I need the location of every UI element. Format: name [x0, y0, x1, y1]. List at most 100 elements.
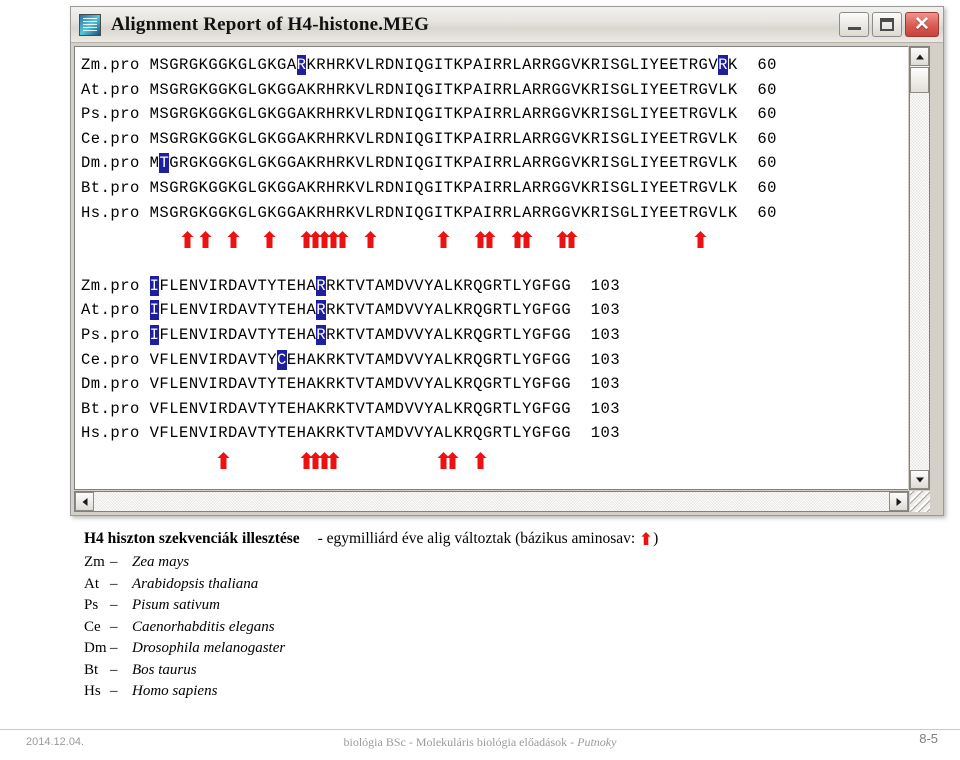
footer-page-number: 8-5 [919, 731, 938, 746]
alignment-row: At.pro IFLENVIRDAVTYTEHARRKTVTAMDVVYALKR… [81, 298, 908, 323]
alignment-row: Dm.pro MTGRGKGGKGLGKGGAKRHRKVLRDNIQGITKP… [81, 151, 908, 176]
species-dash: – [110, 640, 118, 656]
close-button[interactable]: ✕ [905, 12, 939, 37]
alignment-row: Bt.pro VFLENVIRDAVTYTEHAKRKTVTAMDVVYALKR… [81, 397, 908, 422]
species-legend-item: Zm – Zea mays [84, 552, 944, 574]
alignment-app-icon [79, 13, 101, 36]
alignment-row: Hs.pro VFLENVIRDAVTYTEHAKRKTVTAMDVVYALKR… [81, 421, 908, 446]
sequence-label: Hs.pro [81, 203, 140, 222]
sequence-residues: IFLENVIRDAVTYTEHARRKTVTAMDVVYALKRQGRTLYG… [149, 301, 572, 320]
sequence-label: Ps.pro [81, 325, 140, 344]
scroll-right-button[interactable] [889, 492, 908, 511]
scroll-left-button[interactable] [75, 492, 94, 511]
slide-caption: H4 hiszton szekvenciák illesztése - egym… [84, 528, 944, 703]
basic-residue-marker-icon [437, 231, 450, 249]
residue-count: 60 [737, 129, 777, 148]
chevron-right-icon [896, 497, 901, 506]
species-legend-item: Hs – Homo sapiens [84, 681, 944, 703]
sequence-residues: VFLENVIRDAVTYTEHAKRKTVTAMDVVYALKRQGRTLYG… [149, 424, 572, 443]
footer-course-text: biológia BSc - Molekuláris biológia előa… [343, 735, 578, 749]
caption-title: H4 hiszton szekvenciák illesztése [84, 530, 300, 547]
alignment-row: At.pro MSGRGKGGKGLGKGGAKRHRKVLRDNIQGITKP… [81, 78, 908, 103]
sequence-label: Ps.pro [81, 105, 140, 124]
species-dash: – [110, 618, 118, 635]
species-name: Homo sapiens [132, 683, 218, 699]
close-icon: ✕ [914, 14, 930, 35]
minimize-icon [848, 27, 861, 30]
vertical-scrollbar[interactable] [909, 46, 930, 490]
maximize-icon [880, 18, 894, 31]
alignment-report-window: Alignment Report of H4-histone.MEG ✕ Zm.… [70, 6, 944, 516]
basic-residue-marker-icon [263, 231, 276, 249]
species-code: Hs [84, 683, 101, 699]
scroll-up-button[interactable] [910, 47, 929, 66]
highlighted-residue: R [316, 301, 327, 320]
vertical-scrollbar-thumb[interactable] [910, 67, 929, 93]
basic-residue-marker-icon [199, 231, 212, 249]
vertical-scrollbar-track[interactable] [910, 94, 929, 469]
basic-residue-marker-icon [336, 231, 349, 249]
alignment-text-pane[interactable]: Zm.pro MSGRGKGGKGLGKGARKRHRKVLRDNIQGITKP… [74, 46, 908, 490]
highlighted-residue: R [718, 56, 728, 74]
horizontal-scrollbar-track[interactable] [95, 492, 888, 511]
sequence-label: Zm.pro [81, 276, 140, 295]
sequence-label: At.pro [81, 301, 140, 320]
residue-count: 103 [571, 399, 621, 418]
residue-count: 60 [737, 178, 777, 197]
sequence-label: Hs.pro [81, 424, 140, 443]
residue-count: 103 [571, 325, 621, 344]
sequence-residues: VFLENVIRDAVTYCEHAKRKTVTAMDVVYALKRQGRTLYG… [149, 350, 572, 369]
sequence-label: Ce.pro [81, 129, 140, 148]
chevron-down-icon [915, 477, 924, 482]
alignment-row: Hs.pro MSGRGKGGKGLGKGGAKRHRKVLRDNIQGITKP… [81, 201, 908, 226]
highlighted-residue: I [149, 325, 160, 344]
highlighted-residue: C [277, 350, 287, 369]
basic-residue-marker-icon [474, 451, 487, 469]
basic-residue-marker-icon [217, 451, 230, 469]
highlighted-residue: R [296, 56, 307, 74]
slide-canvas: Alignment Report of H4-histone.MEG ✕ Zm.… [0, 0, 960, 760]
residue-count: 103 [571, 301, 621, 320]
species-code: Zm [84, 554, 105, 570]
species-name: Caenorhabditis elegans [132, 618, 275, 635]
species-legend-item: Bt – Bos taurus [84, 660, 944, 682]
sequence-residues: IFLENVIRDAVTYTEHARRKTVTAMDVVYALKRQGRTLYG… [149, 325, 572, 344]
alignment-row: Dm.pro VFLENVIRDAVTYTEHAKRKTVTAMDVVYALKR… [81, 372, 908, 397]
sequence-label: Bt.pro [81, 399, 140, 418]
window-titlebar[interactable]: Alignment Report of H4-histone.MEG ✕ [71, 7, 943, 43]
basic-residue-marker-icon [565, 231, 578, 249]
basic-residue-marker-icon [483, 231, 496, 249]
species-code: Dm [84, 640, 107, 656]
minimize-button[interactable] [839, 12, 869, 37]
maximize-button[interactable] [872, 12, 902, 37]
species-legend-item: Ce – Caenorhabditis elegans [84, 617, 944, 639]
species-dash: – [110, 575, 118, 592]
sequence-label: Zm.pro [81, 56, 140, 74]
sequence-label: Ce.pro [81, 350, 140, 369]
footer-author: Putnoky [577, 735, 617, 749]
basic-residue-marker-row [81, 446, 908, 470]
sequence-residues: MSGRGKGGKGLGKGGAKRHRKVLRDNIQGITKPAIRRLAR… [149, 105, 738, 124]
basic-residue-marker-row [81, 225, 908, 249]
horizontal-scrollbar[interactable] [74, 491, 909, 512]
sequence-residues: VFLENVIRDAVTYTEHAKRKTVTAMDVVYALKRQGRTLYG… [149, 399, 572, 418]
alignment-row: Ps.pro MSGRGKGGKGLGKGGAKRHRKVLRDNIQGITKP… [81, 102, 908, 127]
window-resize-grip[interactable] [910, 491, 930, 512]
species-dash: – [110, 661, 118, 678]
sequence-label: Bt.pro [81, 178, 140, 197]
caption-subtitle-post: ) [653, 530, 659, 547]
sequence-label: At.pro [81, 80, 140, 99]
chevron-left-icon [82, 497, 87, 506]
highlighted-residue: I [149, 301, 160, 320]
species-name: Pisum sativum [132, 597, 220, 613]
alignment-row: Zm.pro MSGRGKGGKGLGKGARKRHRKVLRDNIQGITKP… [81, 53, 908, 78]
sequence-residues: MSGRGKGGKGLGKGGAKRHRKVLRDNIQGITKPAIRRLAR… [149, 80, 738, 99]
caption-subtitle-pre: - egymilliárd éve alig változtak (báziku… [317, 530, 640, 547]
alignment-row: Ce.pro VFLENVIRDAVTYCEHAKRKTVTAMDVVYALKR… [81, 348, 908, 373]
window-client-area: Zm.pro MSGRGKGGKGLGKGARKRHRKVLRDNIQGITKP… [74, 46, 940, 512]
residue-count: 103 [571, 375, 621, 394]
sequence-residues: MSGRGKGGKGLGKGARKRHRKVLRDNIQGITKPAIRRLAR… [149, 56, 738, 74]
scroll-down-button[interactable] [910, 470, 929, 489]
basic-residue-marker-icon [640, 530, 652, 545]
